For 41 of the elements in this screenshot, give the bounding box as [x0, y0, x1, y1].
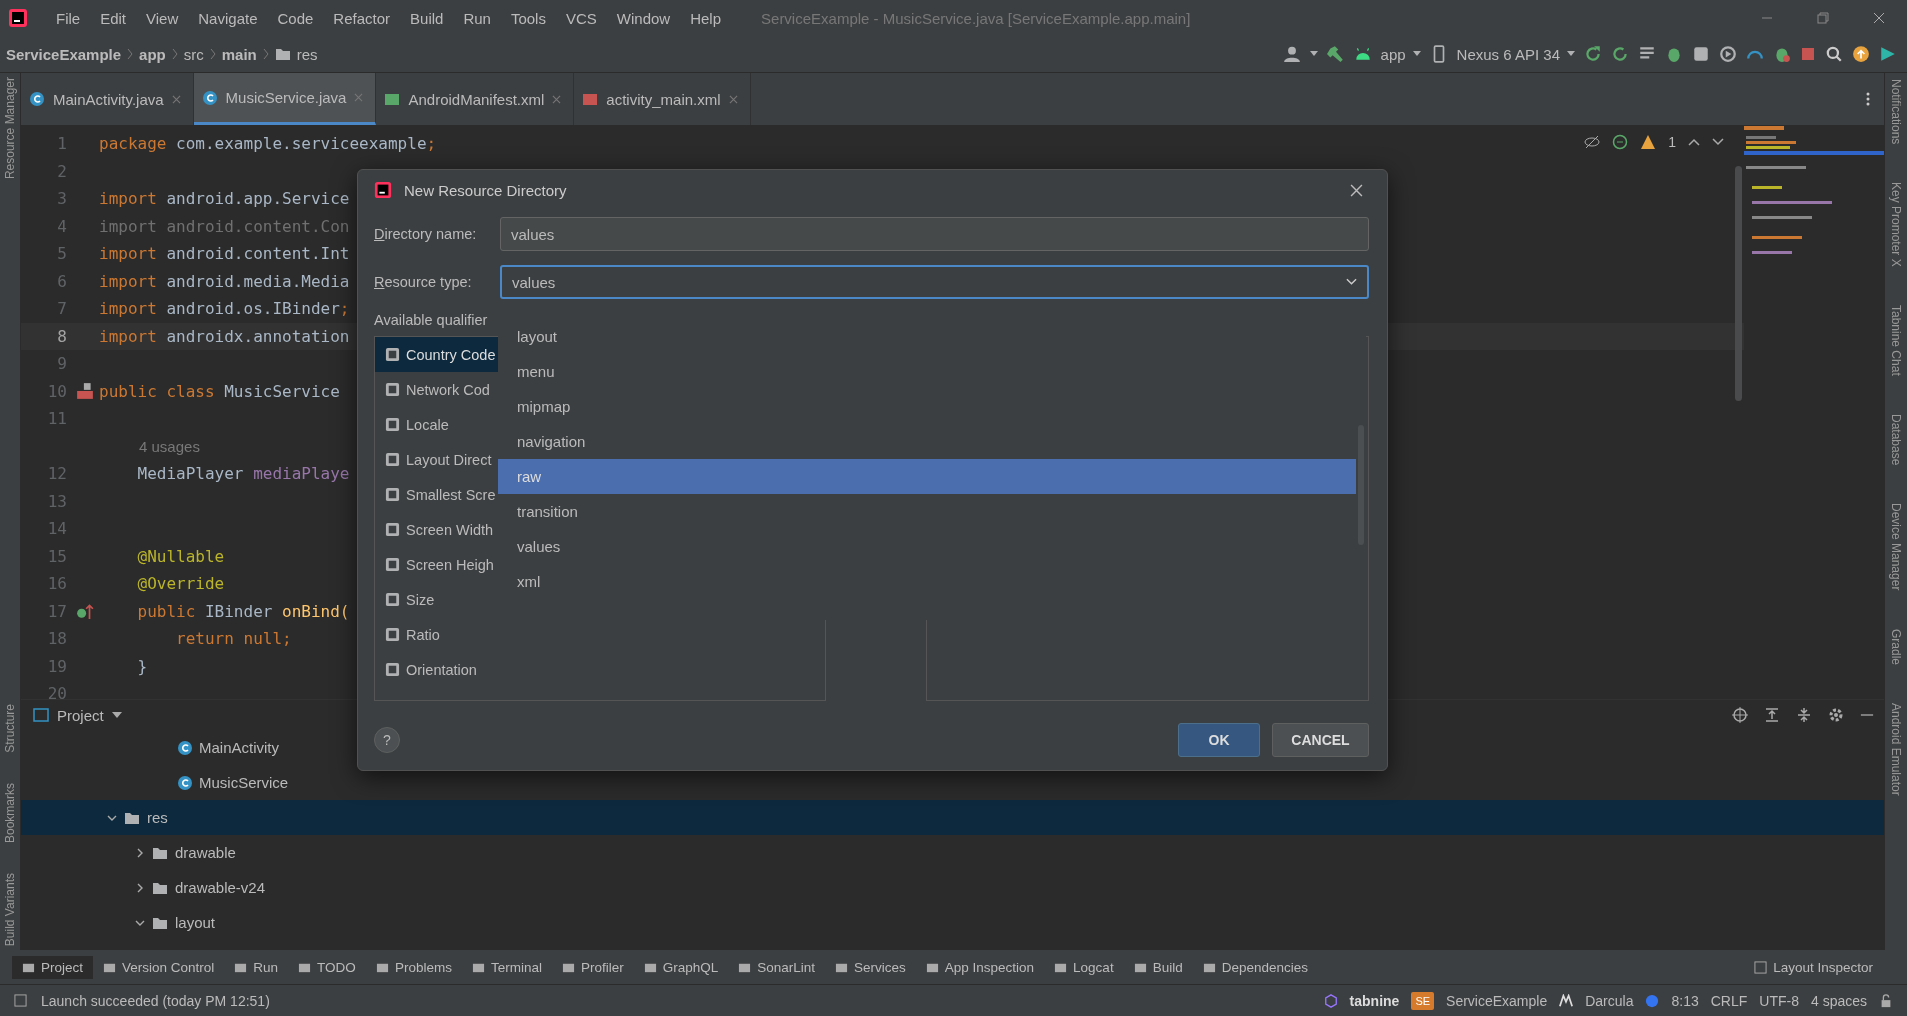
code-line: import android.media.Media — [99, 271, 350, 291]
line-number: 4 — [56, 216, 68, 236]
line-number: 5 — [56, 244, 68, 264]
code-line: public IBinder onBind( — [136, 601, 350, 621]
code-line: import androidx.annotation — [99, 326, 350, 346]
line-number: 17 — [46, 601, 68, 621]
line-number: 8 — [56, 326, 68, 346]
code-line: import android.content.Int — [99, 244, 350, 264]
line-number: 12 — [46, 464, 68, 484]
line-number: 3 — [56, 189, 68, 209]
field-label: Resource type: — [374, 274, 473, 290]
project-badge: SE — [1411, 991, 1435, 1010]
line-number: 19 — [46, 656, 68, 676]
line-number: 10 — [46, 381, 68, 401]
line-number: 20 — [46, 684, 68, 704]
line-number: 11 — [46, 409, 68, 429]
field-label: Directory name: — [374, 226, 478, 242]
code-line: return null; — [175, 629, 292, 649]
line-number: 15 — [46, 546, 68, 566]
line-number: 7 — [56, 299, 68, 319]
status-message: Launch succeeded (today PM 12:51) — [41, 992, 270, 1009]
line-number: 9 — [56, 354, 68, 374]
code-line: } — [136, 656, 148, 676]
line-number: 1 — [56, 134, 68, 154]
line-number: 13 — [46, 491, 68, 511]
line-number: 6 — [56, 271, 68, 291]
line-number: 14 — [46, 519, 68, 539]
code-line: public class MusicService — [99, 381, 340, 401]
line-number: 18 — [46, 629, 68, 649]
code-line: import android.content.Con — [99, 216, 350, 236]
window-title: ServiceExample - MusicService.java [ServiceExample.app.main] — [761, 9, 1191, 27]
line-number: 2 — [56, 161, 68, 181]
code-line: @Nullable — [136, 546, 225, 566]
section-label: Available qualifier — [374, 312, 489, 328]
code-line: package com.example.serviceexample; — [99, 134, 437, 154]
code-line: import android.os.IBinder; — [99, 299, 350, 319]
code-line: import android.app.Service — [99, 189, 350, 209]
code-line: @Override — [136, 574, 225, 594]
code-line: MediaPlayer mediaPlaye — [136, 464, 350, 484]
dialog-title: New Resource Directory — [404, 181, 567, 199]
line-number: 16 — [46, 574, 68, 594]
